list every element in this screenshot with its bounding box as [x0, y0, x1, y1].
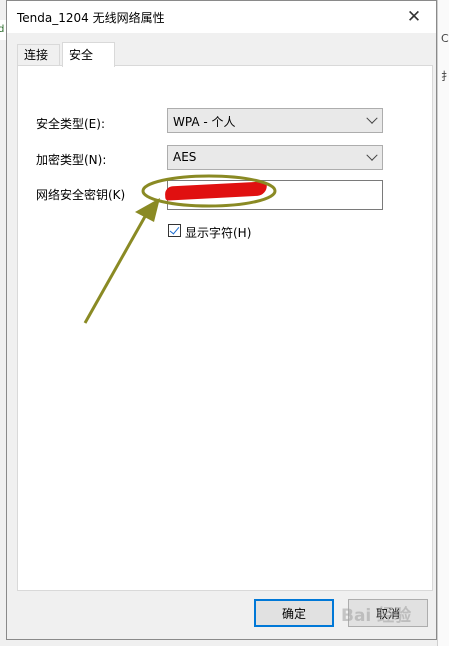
chevron-down-icon: [366, 149, 378, 161]
wireless-properties-dialog: Tenda_1204 无线网络属性 ✕ 连接 安全 安全类型(E): WPA -…: [6, 0, 437, 640]
title-bar: Tenda_1204 无线网络属性 ✕: [7, 1, 436, 33]
window-title: Tenda_1204 无线网络属性: [17, 11, 165, 25]
background-window-strip: C 扌: [437, 0, 449, 646]
show-characters-label: 显示字符(H): [185, 226, 252, 240]
chevron-down-icon: [366, 112, 378, 124]
network-key-label: 网络安全密钥(K): [36, 188, 126, 202]
security-type-value: WPA - 个人: [173, 115, 236, 129]
encryption-type-select[interactable]: AES: [167, 145, 383, 170]
tab-security[interactable]: 安全: [62, 42, 115, 67]
encryption-type-label: 加密类型(N):: [36, 153, 107, 167]
security-type-label: 安全类型(E):: [36, 117, 105, 131]
background-text: 扌: [441, 70, 449, 83]
close-icon: ✕: [406, 7, 422, 27]
security-type-select[interactable]: WPA - 个人: [167, 108, 383, 133]
watermark: Bai 经验: [341, 606, 412, 626]
show-characters-checkbox[interactable]: [168, 224, 181, 237]
background-text: d: [0, 24, 5, 35]
encryption-type-value: AES: [173, 150, 197, 164]
ok-button[interactable]: 确定: [254, 599, 334, 627]
network-key-input[interactable]: 127: [164, 180, 383, 210]
background-text: C: [441, 32, 449, 45]
tab-connection[interactable]: 连接: [17, 44, 60, 65]
security-panel: 安全类型(E): WPA - 个人 加密类型(N): AES 网络安全密钥(K)…: [17, 65, 433, 591]
redaction-mark: [164, 181, 268, 201]
close-button[interactable]: ✕: [392, 1, 436, 33]
